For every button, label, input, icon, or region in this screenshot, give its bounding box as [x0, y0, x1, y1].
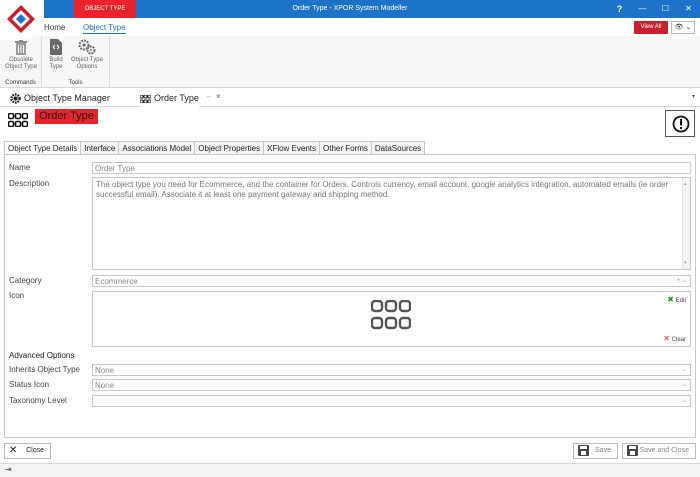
description-textarea[interactable]: The object type you need for Ecommerce, … — [92, 177, 691, 270]
inherits-select[interactable]: None ⌄ — [92, 364, 691, 376]
form-tabs: Object Type Details Interface Associatio… — [4, 141, 426, 156]
scroll-down-icon[interactable]: ▾ — [684, 258, 687, 268]
chevron-down-icon: ⌄ — [681, 382, 687, 388]
build-icon — [50, 39, 62, 55]
doc-tab-object-type-manager[interactable]: Object Type Manager — [10, 89, 110, 107]
status-icon-select[interactable]: None ⌄ — [92, 379, 691, 391]
status-bar: ⇥ — [0, 463, 700, 477]
chevron-down-icon: ⌄ — [681, 398, 687, 404]
build-type-label: Build Type — [49, 57, 63, 70]
help-button[interactable]: ? — [608, 0, 631, 18]
close-button[interactable]: ✕ Close — [4, 443, 51, 459]
clear-label: Clear — [671, 337, 686, 343]
gear-icon — [10, 93, 21, 104]
commands-group-label: Commands — [5, 80, 36, 86]
minimize-button[interactable]: — — [631, 0, 654, 18]
save-and-close-label: Save and Close — [639, 447, 689, 454]
clear-icon-button[interactable]: ✕ Clear — [663, 334, 686, 343]
exclamation-circle-icon — [672, 115, 690, 133]
category-value: Ecommerce — [95, 277, 138, 286]
build-type-button[interactable]: Build Type — [47, 39, 65, 71]
tab-object-type[interactable]: Object Type — [83, 23, 126, 34]
tab-xflow-events[interactable]: XFlow Events — [263, 141, 320, 155]
floppy-disk-icon — [627, 445, 638, 456]
inherits-value: None — [95, 366, 115, 375]
object-type-grid-icon — [371, 300, 411, 330]
obsolete-object-type-button[interactable]: Obsolete Object Type — [2, 39, 40, 71]
pin-icon[interactable]: ⇔ — [206, 94, 212, 100]
close-icon: ✕ — [9, 445, 18, 456]
category-label: Category — [9, 276, 42, 285]
category-select[interactable]: Ecommerce + ⌄ — [92, 275, 691, 287]
icon-label: Icon — [9, 291, 25, 300]
advanced-options-heading: Advanced Options — [9, 351, 75, 360]
obsolete-object-type-label: Obsolete Object Type — [5, 57, 37, 70]
tab-object-properties[interactable]: Object Properties — [194, 141, 265, 155]
maximize-button[interactable]: ☐ — [654, 0, 677, 18]
tools-group-label: Tools — [68, 80, 83, 86]
close-label: Close — [26, 447, 44, 454]
close-window-button[interactable]: ✕ — [677, 0, 700, 18]
icon-preview-box: ✖ Edit ✕ Clear — [92, 291, 691, 347]
description-value: The object type you need for Ecommerce, … — [96, 180, 669, 199]
close-tab-icon[interactable]: × — [216, 92, 221, 101]
tab-home[interactable]: Home — [44, 23, 65, 32]
commands-group: Obsolete Object Type Commands — [0, 36, 42, 88]
page-title: Order Type — [35, 109, 98, 124]
document-tab-strip: Object Type Manager Order Type ⇔ × ▾ — [0, 89, 700, 107]
title-bar: OBJECT TYPE Order Type - XPOR System Mod… — [0, 0, 700, 18]
edit-icon: ✖ — [667, 295, 674, 304]
edit-label: Edit — [675, 298, 686, 304]
window-title: Order Type - XPOR System Modeller — [292, 5, 408, 12]
ribbon: Obsolete Object Type Commands Build Type… — [0, 36, 700, 88]
name-value: Order Type — [95, 164, 135, 173]
logo-icon — [7, 5, 35, 33]
description-label: Description — [9, 179, 50, 188]
status-icon-value: None — [95, 381, 115, 390]
inherits-label: Inherits Object Type — [9, 365, 80, 374]
tab-datasources[interactable]: DataSources — [370, 141, 426, 155]
tab-list-chevron-icon[interactable]: ▾ — [692, 93, 695, 100]
save-button[interactable]: Save — [573, 443, 618, 459]
doc-tab-label: Order Type — [154, 93, 199, 103]
name-label: Name — [9, 163, 31, 172]
chevron-down-icon: + ⌄ — [676, 278, 687, 284]
edit-icon-button[interactable]: ✖ Edit — [667, 295, 686, 304]
floppy-disk-icon — [578, 445, 589, 456]
tab-interface[interactable]: Interface — [80, 141, 120, 155]
save-label: Save — [595, 447, 611, 454]
save-and-close-button[interactable]: Save and Close — [622, 443, 696, 459]
alert-button[interactable] — [665, 110, 695, 137]
gears-icon — [78, 39, 96, 55]
sign-out-icon[interactable]: ⇥ — [5, 465, 12, 474]
status-icon-label: Status Icon — [9, 380, 50, 389]
taxonomy-select[interactable]: ⌄ — [92, 395, 691, 407]
object-type-options-label: Object Type Options — [71, 57, 103, 70]
description-scrollbar[interactable]: ▴ ▾ — [682, 178, 690, 269]
view-all-button[interactable]: View All — [634, 21, 668, 34]
doc-tab-label: Object Type Manager — [24, 93, 110, 103]
clear-icon: ✕ — [663, 334, 670, 343]
tab-associations-model[interactable]: Associations Model — [118, 141, 196, 155]
tab-other-forms[interactable]: Other Forms — [319, 141, 372, 155]
ribbon-tab-bar: Home Object Type — [0, 18, 700, 36]
eye-dropdown-button[interactable]: 👁 ⌄ — [671, 21, 695, 34]
object-type-grid-icon — [8, 113, 28, 127]
window-controls: ? — ☐ ✕ — [608, 0, 700, 18]
scroll-up-icon[interactable]: ▴ — [684, 179, 687, 189]
taxonomy-label: Taxonomy Level — [9, 396, 67, 405]
trash-icon — [15, 39, 27, 55]
tools-group: Build Type Object Type Options Tools — [42, 36, 110, 88]
app-menu-chevron-icon[interactable]: ▾ — [36, 4, 40, 12]
chevron-down-icon: ⌄ — [681, 367, 687, 373]
name-input[interactable]: Order Type — [92, 162, 691, 174]
doc-tab-order-type[interactable]: Order Type — [139, 89, 199, 107]
grid-icon — [139, 94, 152, 104]
object-type-options-button[interactable]: Object Type Options — [68, 39, 106, 71]
